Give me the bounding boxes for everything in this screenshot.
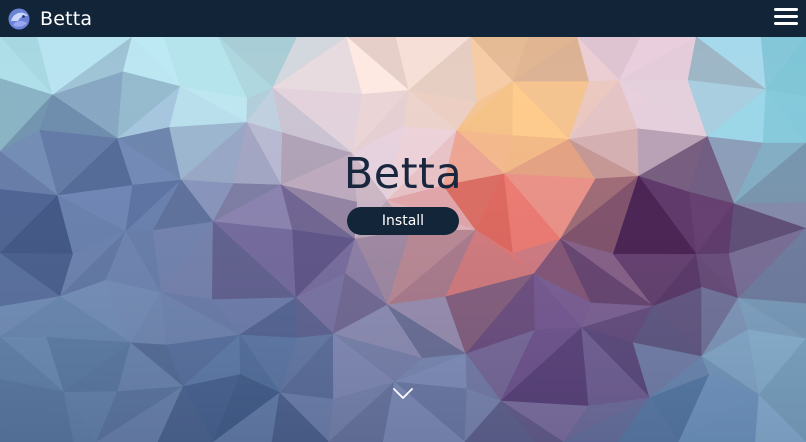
menu-line (774, 14, 798, 18)
chevron-down-icon[interactable] (392, 387, 414, 401)
low-poly-background (0, 37, 806, 442)
install-button[interactable]: Install (347, 207, 459, 235)
menu-line (774, 21, 798, 25)
brand-link[interactable]: Betta (7, 0, 92, 37)
brand-name: Betta (40, 7, 93, 30)
hamburger-menu-icon[interactable] (774, 8, 798, 26)
menu-line (774, 8, 798, 11)
hero-section: Betta Install (0, 37, 806, 442)
betta-fish-logo-icon (8, 8, 30, 29)
hero-title: Betta (343, 149, 463, 199)
navbar: Betta (0, 0, 806, 37)
